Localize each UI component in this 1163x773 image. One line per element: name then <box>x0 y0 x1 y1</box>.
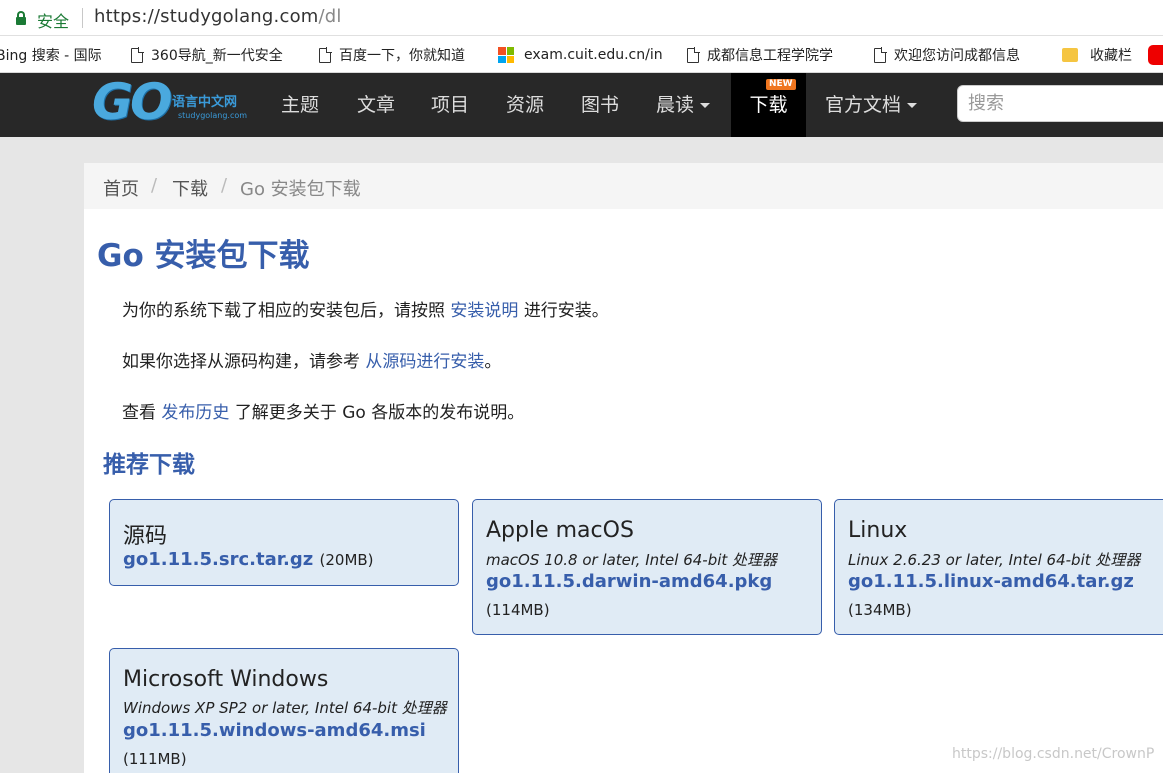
bookmark-baidu[interactable]: 百度一下，你就知道 <box>319 46 465 64</box>
nav-item-label: 晨读 <box>656 94 695 116</box>
bookmark-bing[interactable]: Bing 搜索 - 国际 <box>0 46 102 64</box>
chevron-down-icon <box>907 103 918 108</box>
download-os: 源码 <box>123 524 168 549</box>
folder-icon <box>1062 48 1078 62</box>
paragraph-text: 进行安装。 <box>523 301 609 321</box>
site-logo[interactable]: GO 语言中文网 studygolang.com <box>92 73 252 133</box>
bookmark-label: 欢迎您访问成都信息 <box>894 48 1020 64</box>
intro-paragraph-history: 查看 发布历史 了解更多关于 Go 各版本的发布说明。 <box>122 398 524 423</box>
watermark: https://blog.csdn.net/CrownP <box>952 746 1155 762</box>
bookmark-exam[interactable]: exam.cuit.edu.cn/in <box>498 46 663 64</box>
site-navbar: GO 语言中文网 studygolang.com 主题 文章 项目 资源 图书 … <box>0 73 1163 137</box>
download-filename[interactable]: go1.11.5.windows-amd64.msi <box>123 720 426 741</box>
microsoft-icon <box>498 47 514 63</box>
address-bar[interactable]: 安全 https://studygolang.com/dl <box>0 0 1163 36</box>
breadcrumb-download[interactable]: 下载 <box>172 175 208 201</box>
bookmark-folder[interactable]: 收藏栏 <box>1062 46 1132 64</box>
paragraph-text: 查看 <box>122 403 156 423</box>
extension-icon[interactable] <box>1148 45 1163 65</box>
page-icon <box>874 47 887 63</box>
download-box-macos[interactable]: Apple macOS macOS 10.8 or later, Intel 6… <box>472 499 822 635</box>
paragraph-text: 。 <box>484 352 502 372</box>
chevron-down-icon <box>700 103 711 108</box>
secure-label: 安全 <box>37 12 70 31</box>
paragraph-text: 了解更多关于 Go 各版本的发布说明。 <box>234 403 525 423</box>
install-guide-link[interactable]: 安装说明 <box>450 301 518 321</box>
bookmarks-bar: Bing 搜索 - 国际 360导航_新一代安全 百度一下，你就知道 exam.… <box>0 37 1163 73</box>
download-filename[interactable]: go1.11.5.linux-amd64.tar.gz <box>848 571 1134 592</box>
bookmark-label: exam.cuit.edu.cn/in <box>524 47 663 63</box>
download-size: (134MB) <box>848 601 912 619</box>
intro-paragraph-install: 为你的系统下载了相应的安装包后，请按照 安装说明 进行安装。 <box>122 296 609 321</box>
download-requirement: Windows XP SP2 or later, Intel 64-bit 处理… <box>123 699 447 717</box>
bookmark-label: 360导航_新一代安全 <box>151 48 283 64</box>
bookmark-label: 收藏栏 <box>1090 48 1132 64</box>
release-history-link[interactable]: 发布历史 <box>161 403 229 423</box>
page-title: Go 安装包下载 <box>97 238 310 274</box>
breadcrumb-separator: / <box>221 175 228 196</box>
nav-item-resources[interactable]: 资源 <box>506 73 544 137</box>
breadcrumb-home[interactable]: 首页 <box>103 175 139 201</box>
download-requirement: macOS 10.8 or later, Intel 64-bit 处理器 <box>486 551 778 569</box>
recommended-heading: 推荐下载 <box>103 452 195 478</box>
search-input[interactable] <box>957 85 1163 122</box>
page-icon <box>319 47 332 63</box>
url-text[interactable]: https://studygolang.com/dl <box>94 6 342 27</box>
logo-domain: studygolang.com <box>178 111 248 120</box>
url-host: https://studygolang.com <box>94 6 319 27</box>
bookmark-label: Bing 搜索 - 国际 <box>0 48 102 64</box>
download-filename[interactable]: go1.11.5.darwin-amd64.pkg <box>486 571 772 592</box>
download-size: (114MB) <box>486 601 550 619</box>
intro-paragraph-source: 如果你选择从源码构建，请参考 从源码进行安装。 <box>122 347 501 372</box>
nav-item-morning-read[interactable]: 晨读 <box>656 73 711 137</box>
download-box-linux[interactable]: Linux Linux 2.6.23 or later, Intel 64-bi… <box>834 499 1163 635</box>
source-install-link[interactable]: 从源码进行安装 <box>365 352 484 372</box>
download-size: (20MB) <box>319 551 374 569</box>
paragraph-text: 为你的系统下载了相应的安装包后，请按照 <box>122 301 445 321</box>
download-box-source[interactable]: 源码 go1.11.5.src.tar.gz (20MB) <box>109 499 459 586</box>
nav-item-label: 官方文档 <box>825 94 902 116</box>
breadcrumb-current: Go 安装包下载 <box>240 179 361 200</box>
breadcrumb: 首页 / 下载 / Go 安装包下载 <box>84 163 1163 209</box>
page-icon <box>687 47 700 63</box>
bookmark-360[interactable]: 360导航_新一代安全 <box>131 46 283 64</box>
download-os: Microsoft Windows <box>123 667 329 692</box>
download-filename-link[interactable]: go1.11.5.src.tar.gz (20MB) <box>123 549 374 570</box>
logo-mark: GO <box>92 73 173 131</box>
download-filename: go1.11.5.src.tar.gz <box>123 549 314 570</box>
bookmark-label: 百度一下，你就知道 <box>339 48 465 64</box>
bookmark-cuit[interactable]: 成都信息工程学院学 <box>687 46 833 64</box>
nav-item-projects[interactable]: 项目 <box>431 73 469 137</box>
address-divider <box>82 8 83 28</box>
url-path: /dl <box>318 6 342 27</box>
bookmark-label: 成都信息工程学院学 <box>707 48 833 64</box>
nav-item-articles[interactable]: 文章 <box>357 73 395 137</box>
nav-item-books[interactable]: 图书 <box>581 73 619 137</box>
download-requirement: Linux 2.6.23 or later, Intel 64-bit 处理器 <box>848 551 1141 569</box>
bookmark-cuit-welcome[interactable]: 欢迎您访问成都信息 <box>874 46 1020 64</box>
logo-title: 语言中文网 <box>172 95 238 110</box>
download-os: Linux <box>848 518 908 543</box>
paragraph-text: 如果你选择从源码构建，请参考 <box>122 352 360 372</box>
nav-item-official-docs[interactable]: 官方文档 <box>825 73 918 137</box>
new-badge: NEW <box>766 79 796 90</box>
download-size: (111MB) <box>123 750 187 768</box>
download-box-windows[interactable]: Microsoft Windows Windows XP SP2 or late… <box>109 648 459 773</box>
lock-icon <box>16 11 26 25</box>
nav-item-topics[interactable]: 主题 <box>281 73 319 137</box>
download-os: Apple macOS <box>486 518 634 543</box>
breadcrumb-separator: / <box>151 175 158 196</box>
page-icon <box>131 47 144 63</box>
